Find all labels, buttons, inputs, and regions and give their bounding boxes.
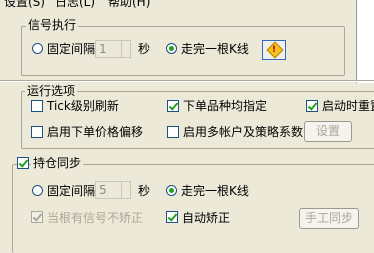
menu-settings[interactable]: 设置(S) xyxy=(4,0,45,8)
sync-complete-bar-radio[interactable] xyxy=(166,185,177,196)
sync-interval-value: 5 xyxy=(99,183,107,197)
auto-restart-label: 启动时重置 xyxy=(322,99,374,113)
signal-interval-spinner[interactable]: 1 xyxy=(95,40,131,58)
sync-fixed-interval-label: 固定间隔 xyxy=(47,184,96,198)
signal-execution-title: 信号执行 xyxy=(26,18,79,32)
signal-interval-value: 1 xyxy=(99,42,107,56)
manual-sync-button[interactable]: 手工同步 xyxy=(299,208,359,229)
settings-button[interactable]: 设置 xyxy=(304,121,352,142)
menubar: 设置(S) 日志(L) 帮助(H) xyxy=(0,0,374,8)
sync-fixed-interval-radio[interactable] xyxy=(32,185,43,196)
menu-log[interactable]: 日志(L) xyxy=(55,0,95,8)
warning-diamond-button[interactable]: ! xyxy=(262,40,286,60)
section-divider xyxy=(0,80,374,82)
signal-fixed-interval-radio[interactable] xyxy=(32,43,43,54)
order-type-checkbox[interactable] xyxy=(167,100,179,112)
side-panel-edge xyxy=(356,0,374,83)
auto-restart-checkbox[interactable] xyxy=(306,100,318,112)
tick-refresh-label: Tick级别刷新 xyxy=(47,99,119,113)
sync-interval-spinner[interactable]: 5 xyxy=(95,181,131,199)
spinner-arrows-icon[interactable] xyxy=(121,182,130,198)
signal-complete-bar-radio[interactable] xyxy=(166,43,177,54)
order-type-label: 下单品种均指定 xyxy=(183,99,268,113)
tick-refresh-checkbox[interactable] xyxy=(31,100,43,112)
multi-account-checkbox[interactable] xyxy=(167,126,179,138)
signal-fixed-interval-label: 固定间隔 xyxy=(47,42,96,56)
spinner-arrows-icon[interactable] xyxy=(121,41,130,57)
price-offset-checkbox[interactable] xyxy=(31,126,43,138)
no-signal-correct-label: 当根有信号不矫正 xyxy=(47,211,144,225)
sync-complete-bar-label: 走完一根K线 xyxy=(181,184,249,198)
position-sync-checkbox[interactable] xyxy=(17,157,29,169)
price-offset-label: 启用下单价格偏移 xyxy=(47,125,144,139)
signal-complete-bar-label: 走完一根K线 xyxy=(181,42,249,56)
exclamation-icon: ! xyxy=(272,45,277,55)
run-options-title: 运行选项 xyxy=(25,84,78,98)
no-signal-correct-checkbox[interactable] xyxy=(31,211,43,223)
auto-correct-checkbox[interactable] xyxy=(166,211,178,223)
signal-seconds-label: 秒 xyxy=(138,42,151,56)
multi-account-label: 启用多帐户及策略系数 xyxy=(183,125,304,139)
sync-seconds-label: 秒 xyxy=(138,184,151,198)
auto-correct-label: 自动矫正 xyxy=(182,211,231,225)
position-sync-title: 持仓同步 xyxy=(31,156,84,170)
menu-help[interactable]: 帮助(H) xyxy=(108,0,150,8)
